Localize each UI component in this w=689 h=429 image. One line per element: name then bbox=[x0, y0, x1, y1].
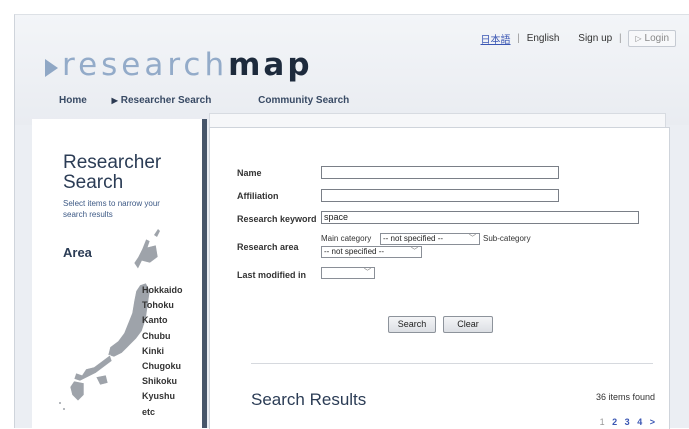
sub-category-select[interactable]: -- not specified -- ﹀ bbox=[321, 246, 422, 258]
name-input[interactable] bbox=[321, 166, 559, 179]
chevron-down-icon: ﹀ bbox=[364, 269, 371, 276]
language-japanese-link[interactable]: 日本語 bbox=[481, 31, 511, 46]
keyword-label: Research keyword bbox=[237, 214, 317, 224]
region-tohoku[interactable]: Tohoku bbox=[142, 298, 183, 313]
page-2[interactable]: 2 bbox=[612, 417, 617, 427]
region-list: Hokkaido Tohoku Kanto Chubu Kinki Chugok… bbox=[142, 283, 183, 420]
nav-researcher-search[interactable]: ▶ Researcher Search bbox=[112, 95, 234, 106]
region-kanto[interactable]: Kanto bbox=[142, 313, 183, 328]
search-panel: Name Affiliation Research keyword Resear… bbox=[209, 127, 670, 429]
region-chugoku[interactable]: Chugoku bbox=[142, 359, 183, 374]
main-category-select[interactable]: -- not specified -- ﹀ bbox=[380, 233, 480, 245]
nav-community-search[interactable]: Community Search bbox=[258, 95, 349, 106]
main-nav: Home ▶ Researcher Search Community Search bbox=[59, 95, 371, 106]
affiliation-label: Affiliation bbox=[237, 191, 279, 201]
separator: | bbox=[618, 33, 622, 45]
main-category-label: Main category bbox=[321, 234, 372, 243]
chevron-down-icon: ﹀ bbox=[411, 248, 418, 255]
language-english-link[interactable]: English bbox=[527, 33, 560, 44]
logo-triangle-icon bbox=[45, 58, 58, 77]
page-3[interactable]: 3 bbox=[625, 417, 630, 427]
region-chubu[interactable]: Chubu bbox=[142, 329, 183, 344]
top-links: 日本語 | English Sign up | ▷ Login bbox=[481, 30, 676, 48]
search-results-title: Search Results bbox=[251, 390, 367, 409]
page-1: 1 bbox=[599, 417, 605, 427]
arrow-right-icon: ▶ bbox=[111, 96, 118, 105]
page-4[interactable]: 4 bbox=[637, 417, 642, 427]
last-modified-select[interactable]: ﹀ bbox=[321, 267, 375, 279]
site-header: researchmap 日本語 | English Sign up | ▷ Log… bbox=[15, 15, 689, 125]
region-kinki[interactable]: Kinki bbox=[142, 344, 183, 359]
signup-link[interactable]: Sign up bbox=[578, 33, 612, 44]
sub-category-label: Sub-category bbox=[483, 234, 531, 243]
nav-home[interactable]: Home bbox=[59, 95, 87, 106]
main-category-value: -- not specified -- bbox=[383, 234, 444, 243]
region-kyushu[interactable]: Kyushu bbox=[142, 389, 183, 404]
research-area-label: Research area bbox=[237, 242, 299, 252]
next-page[interactable]: > bbox=[650, 417, 655, 427]
affiliation-input[interactable] bbox=[321, 189, 559, 202]
divider bbox=[251, 363, 653, 364]
search-button[interactable]: Search bbox=[388, 316, 436, 333]
pagination: 1 2 3 4 > bbox=[595, 417, 655, 427]
separator: | bbox=[517, 33, 520, 45]
last-modified-label: Last modified in bbox=[237, 270, 307, 280]
browser-frame: researchmap 日本語 | English Sign up | ▷ Log… bbox=[14, 14, 689, 429]
sub-category-value: -- not specified -- bbox=[324, 247, 385, 256]
logo-text-research: research bbox=[62, 47, 229, 83]
sidebar: Researcher Search Select items to narrow… bbox=[32, 119, 207, 428]
sidebar-title: Researcher Search bbox=[63, 152, 162, 193]
region-etc[interactable]: etc bbox=[142, 405, 183, 420]
site-logo[interactable]: researchmap bbox=[45, 47, 313, 87]
chevron-down-icon: ﹀ bbox=[469, 235, 476, 242]
results-count: 36 items found bbox=[595, 392, 655, 402]
logo-text-map: map bbox=[228, 47, 313, 83]
play-icon: ▷ bbox=[635, 34, 642, 43]
login-button[interactable]: ▷ Login bbox=[628, 30, 676, 48]
nav-researcher-search-label: Researcher Search bbox=[120, 95, 212, 106]
sidebar-description: Select items to narrow your search resul… bbox=[63, 199, 160, 219]
login-label: Login bbox=[644, 33, 669, 44]
region-hokkaido[interactable]: Hokkaido bbox=[142, 283, 183, 298]
region-shikoku[interactable]: Shikoku bbox=[142, 374, 183, 389]
keyword-input[interactable] bbox=[321, 211, 639, 224]
clear-button[interactable]: Clear bbox=[443, 316, 493, 333]
name-label: Name bbox=[237, 168, 262, 178]
